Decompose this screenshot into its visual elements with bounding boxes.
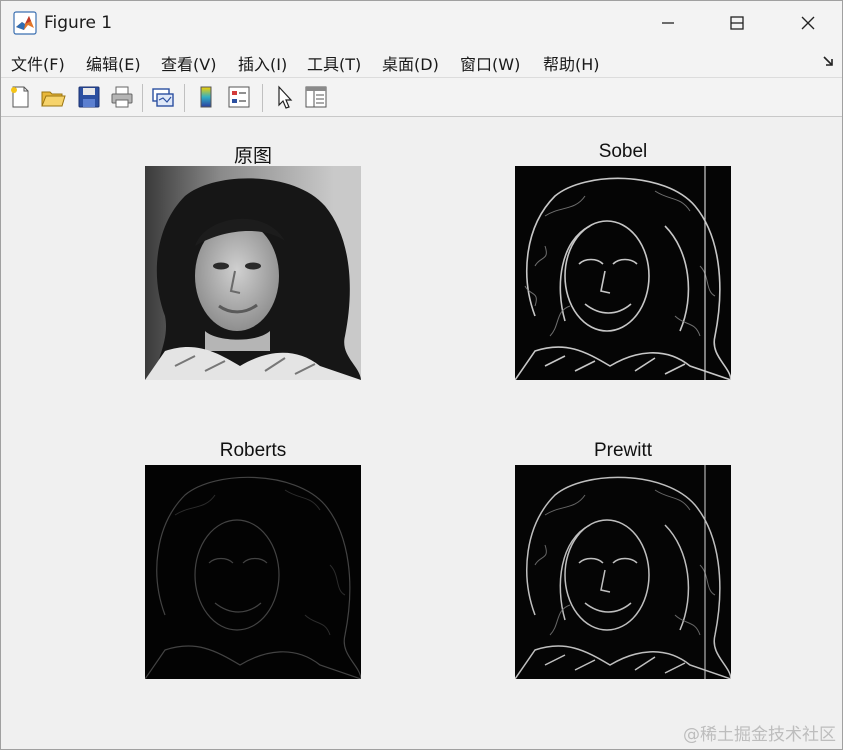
plot-title-sobel: Sobel bbox=[598, 141, 648, 162]
minimize-icon bbox=[662, 22, 674, 24]
plot-title-prewitt: Prewitt bbox=[593, 440, 653, 461]
pointer-icon[interactable] bbox=[271, 84, 297, 110]
link-plot-icon[interactable] bbox=[150, 84, 176, 110]
maximize-icon bbox=[730, 16, 744, 30]
dock-arrow-icon[interactable] bbox=[822, 55, 834, 67]
figure-canvas: 原图 Sobel Roberts Prewitt @稀土掘金技术社区 bbox=[1, 117, 842, 749]
toolbar-separator bbox=[184, 84, 185, 112]
menu-help[interactable]: 帮助(H) bbox=[543, 51, 600, 75]
menu-file[interactable]: 文件(F) bbox=[11, 51, 65, 75]
menu-tools[interactable]: 工具(T) bbox=[307, 51, 361, 75]
plot-title-original: 原图 bbox=[233, 146, 272, 167]
prewitt-edge-image bbox=[515, 465, 731, 679]
menu-desktop[interactable]: 桌面(D) bbox=[382, 51, 439, 75]
roberts-edge-image bbox=[145, 465, 361, 679]
close-icon bbox=[801, 16, 815, 30]
minimize-button-area[interactable] bbox=[645, 1, 691, 45]
colorbar-icon[interactable] bbox=[193, 84, 219, 110]
toolbar-separator bbox=[262, 84, 263, 112]
property-editor-icon[interactable] bbox=[303, 84, 329, 110]
legend-icon[interactable] bbox=[226, 84, 252, 110]
print-icon[interactable] bbox=[109, 84, 135, 110]
plot-title-roberts: Roberts bbox=[219, 440, 287, 461]
toolbar bbox=[1, 78, 842, 117]
watermark-text: @稀土掘金技术社区 bbox=[683, 725, 836, 745]
menu-bar: 文件(F) 编辑(E) 查看(V) 插入(I) 工具(T) 桌面(D) 窗口(W… bbox=[1, 45, 842, 78]
menu-edit[interactable]: 编辑(E) bbox=[86, 51, 141, 75]
save-icon[interactable] bbox=[76, 84, 102, 110]
menu-view[interactable]: 查看(V) bbox=[161, 51, 216, 75]
new-figure-icon[interactable] bbox=[7, 84, 33, 110]
menu-window[interactable]: 窗口(W) bbox=[460, 51, 520, 75]
window-title: Figure 1 bbox=[44, 13, 113, 33]
figure-window: Figure 1 文件(F) 编辑(E) 查看(V) 插入(I) 工具(T) 桌… bbox=[0, 0, 843, 750]
menu-insert[interactable]: 插入(I) bbox=[238, 51, 287, 75]
toolbar-separator bbox=[142, 84, 143, 112]
close-button[interactable] bbox=[785, 1, 831, 45]
matlab-logo-icon bbox=[13, 11, 37, 35]
maximize-button[interactable] bbox=[714, 1, 760, 45]
open-file-icon[interactable] bbox=[40, 84, 66, 110]
original-image bbox=[145, 166, 361, 380]
sobel-edge-image bbox=[515, 166, 731, 380]
